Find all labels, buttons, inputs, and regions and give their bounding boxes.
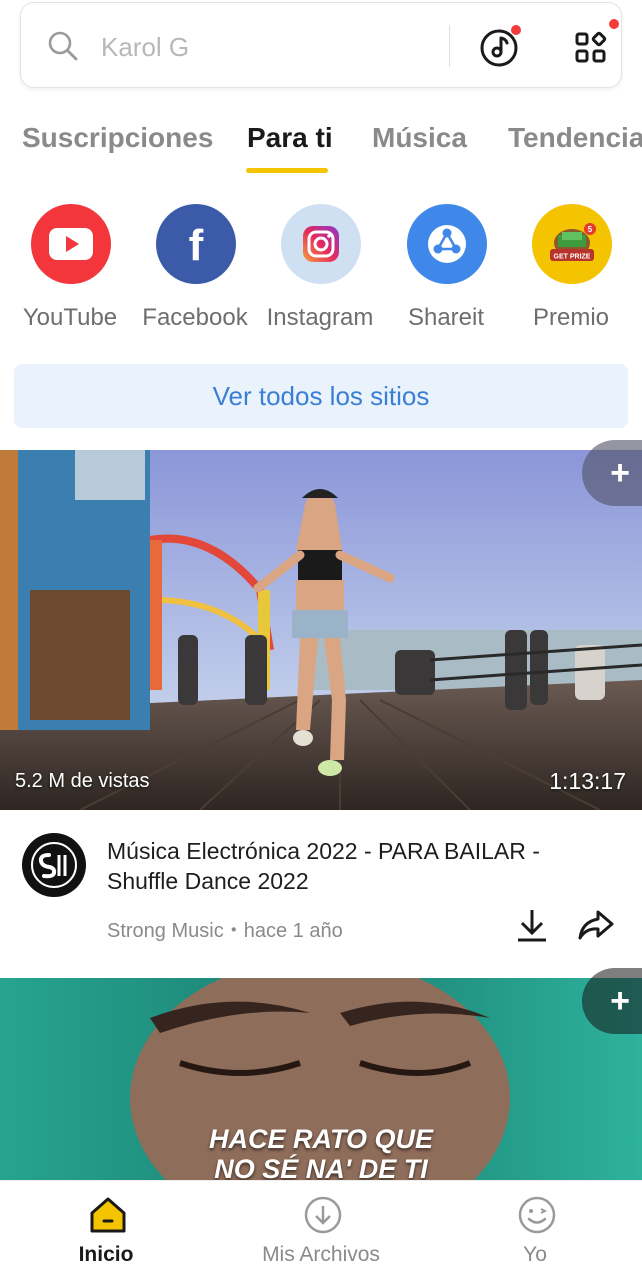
site-instagram[interactable]: Instagram [258,204,382,344]
svg-text:5: 5 [588,225,593,234]
video-duration: 1:13:17 [549,768,626,794]
download-button[interactable] [514,906,550,944]
download-circle-icon [304,1196,342,1234]
tab-tendencia[interactable]: Tendencia [508,122,642,154]
video-thumbnail[interactable] [0,450,642,810]
view-count: 5.2 M de vistas [15,770,150,792]
active-tab-indicator [246,168,328,173]
plus-icon: + [610,453,630,492]
tab-suscripciones[interactable]: Suscripciones [22,122,213,154]
nav-mis-archivos[interactable]: Mis Archivos [221,1181,421,1280]
channel-name[interactable]: Strong Music [107,920,224,942]
svg-text:GET PRIZE: GET PRIZE [554,254,591,261]
meta-separator: ・ [223,920,244,942]
site-label: YouTube [22,304,118,331]
share-button[interactable] [576,906,616,944]
facebook-icon: f [156,204,236,284]
caption-line: HACE RATO QUE [208,1124,433,1154]
site-youtube[interactable]: YouTube [8,204,132,344]
tab-musica[interactable]: Música [372,122,467,154]
site-premio[interactable]: GET PRIZE 5 Premio [509,204,633,344]
prize-icon: GET PRIZE 5 [532,204,612,284]
share-icon [578,910,614,940]
search-input[interactable] [101,25,431,69]
nav-label: Mis Archivos [262,1243,380,1266]
upload-age: hace 1 año [243,920,343,942]
instagram-icon [281,204,361,284]
site-label: Shareit [407,304,485,331]
site-shareit[interactable]: Shareit [384,204,508,344]
thumbnail-image [0,450,642,810]
site-label: Facebook [142,304,248,331]
youtube-icon [31,204,111,284]
home-icon [90,1197,126,1233]
nav-label: Yo [523,1243,547,1266]
tab-para-ti[interactable]: Para ti [247,122,333,154]
apps-button[interactable] [569,19,619,69]
nav-yo[interactable]: Yo [435,1181,635,1280]
download-icon [518,910,546,942]
caption-line: NO SÉ NA' DE TI [214,1154,428,1180]
music-button[interactable] [479,25,523,69]
search-bar[interactable] [20,2,622,88]
shareit-icon [407,204,487,284]
feed-tabs: Suscripciones Para ti Música Tendencia [0,112,642,176]
add-to-playlist-button[interactable]: + [582,440,642,506]
video-caption: HACE RATO QUE NO SÉ NA' DE TI [0,1124,642,1180]
video-meta: Strong Music・hace 1 año [107,914,343,943]
channel-avatar[interactable] [22,833,86,897]
notification-dot [609,19,619,29]
search-icon [48,31,78,61]
plus-icon: + [610,981,630,1020]
see-all-sites-button[interactable]: Ver todos los sitios [14,364,628,428]
search-divider [449,25,450,67]
notification-dot [511,25,521,35]
bottom-nav: Inicio Mis Archivos Yo [0,1180,642,1280]
add-to-playlist-button[interactable]: + [582,968,642,1034]
channel-logo-icon [31,842,77,888]
video-title[interactable]: Música Electrónica 2022 - PARA BAILAR - … [107,836,587,896]
nav-label: Inicio [78,1243,134,1266]
site-facebook[interactable]: f Facebook [133,204,257,344]
smiley-icon [518,1196,556,1234]
apps-grid-icon [575,31,607,63]
site-label: Premio [532,304,610,331]
site-label: Instagram [266,304,374,331]
nav-inicio[interactable]: Inicio [6,1181,206,1280]
